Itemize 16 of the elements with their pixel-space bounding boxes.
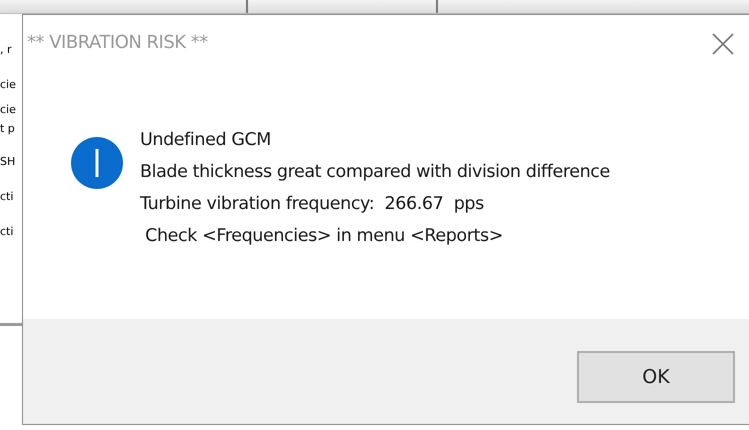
background-text: cie — [0, 79, 17, 90]
background-text: cti — [0, 191, 14, 202]
message-text: Turbine vibration frequency: 266.67 pps — [140, 193, 485, 216]
info-icon — [70, 136, 124, 190]
background-text: , r — [0, 44, 13, 55]
background-text: cie — [0, 104, 17, 115]
message-text: Check <Frequencies> in menu <Reports> — [144, 225, 504, 248]
background-text: t p — [0, 123, 16, 134]
ok-button[interactable]: OK — [577, 351, 735, 403]
dialog-title: ** VIBRATION RISK ** — [27, 31, 208, 55]
close-button[interactable] — [711, 31, 735, 55]
message-text: Undefined GCM — [140, 129, 272, 152]
background-text: cti — [0, 226, 14, 237]
message-text: Blade thickness great compared with division difference — [140, 161, 610, 184]
background-text: SH — [0, 156, 16, 167]
close-icon — [711, 32, 735, 56]
